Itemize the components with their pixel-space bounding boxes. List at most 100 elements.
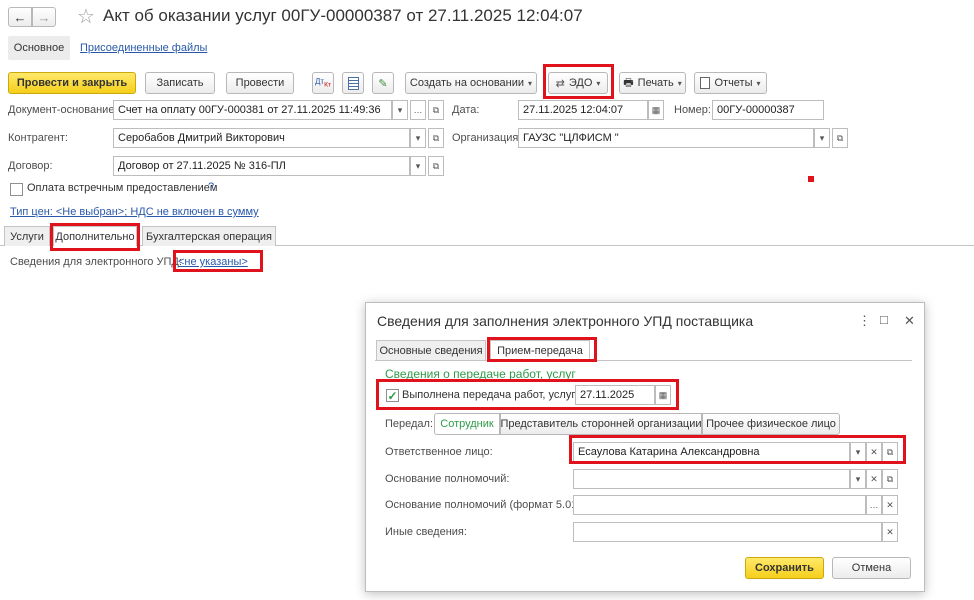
transferred-employee-option[interactable]: Сотрудник bbox=[434, 413, 500, 435]
forward-button[interactable]: → bbox=[32, 7, 56, 27]
base-doc-select-button[interactable]: … bbox=[410, 100, 426, 120]
responsible-open-button[interactable]: ⧉ bbox=[882, 442, 898, 462]
print-label: Печать bbox=[637, 77, 674, 89]
caret-down-icon: ▾ bbox=[528, 78, 533, 88]
caret-down-icon: ▾ bbox=[819, 132, 825, 143]
back-button[interactable]: ← bbox=[8, 7, 32, 27]
clear-icon: ✕ bbox=[870, 473, 878, 484]
dialog-close-icon[interactable]: ✕ bbox=[904, 313, 915, 329]
tab-services[interactable]: Услуги bbox=[4, 226, 50, 246]
responsible-field[interactable]: Есаулова Катарина Александровна bbox=[573, 442, 850, 462]
post-label: Провести bbox=[235, 77, 285, 89]
calendar-icon: ▦ bbox=[651, 104, 661, 115]
base-doc-dropdown-button[interactable]: ▾ bbox=[392, 100, 408, 120]
pencil-icon: ✎ bbox=[378, 77, 388, 90]
contractor-field[interactable]: Серобабов Дмитрий Викторович bbox=[113, 128, 410, 148]
open-icon: ⧉ bbox=[836, 132, 844, 143]
responsible-dropdown-button[interactable]: ▾ bbox=[850, 442, 866, 462]
dialog-cancel-button[interactable]: Отмена bbox=[832, 557, 911, 579]
edit-button[interactable]: ✎ bbox=[372, 72, 394, 94]
dialog-tabs-baseline bbox=[375, 360, 912, 361]
authority-501-select-button[interactable]: … bbox=[866, 495, 882, 515]
organization-field[interactable]: ГАУЗС "ЦЛФИСМ " bbox=[518, 128, 814, 148]
upd-info-label: Сведения для электронного УПД: bbox=[10, 256, 182, 268]
transfer-date-calendar-button[interactable]: ▦ bbox=[655, 385, 671, 405]
caret-down-icon: ▾ bbox=[677, 78, 682, 88]
dialog-save-label: Сохранить bbox=[755, 562, 814, 574]
dialog-section-title: Сведения о передаче работ, услуг bbox=[385, 367, 576, 381]
dialog-tab-main-info[interactable]: Основные сведения bbox=[376, 340, 486, 360]
other-info-label: Иные сведения: bbox=[385, 526, 467, 538]
base-doc-open-button[interactable]: ⧉ bbox=[428, 100, 444, 120]
authority-clear-button[interactable]: ✕ bbox=[866, 469, 882, 489]
print-button[interactable]: 🖶 Печать ▾ bbox=[619, 72, 686, 94]
tab-additional[interactable]: Дополнительно bbox=[53, 226, 137, 246]
organization-open-button[interactable]: ⧉ bbox=[832, 128, 848, 148]
dialog-tab-main-info-label: Основные сведения bbox=[379, 344, 483, 357]
transferred-third-party-option[interactable]: Представитель сторонней организации bbox=[500, 413, 702, 435]
edo-button[interactable]: ⇄ ЭДО ▾ bbox=[548, 72, 608, 94]
reports-button[interactable]: Отчеты ▾ bbox=[694, 72, 767, 94]
transfer-done-checkbox[interactable]: ✓ bbox=[386, 389, 399, 402]
arrow-right-icon: → bbox=[37, 9, 51, 25]
tab-main[interactable]: Основное bbox=[8, 36, 70, 60]
date-field[interactable]: 27.11.2025 12:04:07 bbox=[518, 100, 648, 120]
contractor-open-button[interactable]: ⧉ bbox=[428, 128, 444, 148]
authority-501-clear-button[interactable]: ✕ bbox=[882, 495, 898, 515]
post-and-close-button[interactable]: Провести и закрыть bbox=[8, 72, 136, 94]
authority-label: Основание полномочий: bbox=[385, 473, 510, 485]
dialog-maximize-icon[interactable]: □ bbox=[880, 312, 888, 327]
debit-credit-button[interactable]: ДтКт bbox=[312, 72, 334, 94]
contract-dropdown-button[interactable]: ▾ bbox=[410, 156, 426, 176]
clear-icon: ✕ bbox=[870, 446, 878, 457]
tab-attached-files[interactable]: Присоединенные файлы bbox=[80, 42, 207, 54]
create-based-label: Создать на основании bbox=[409, 77, 525, 89]
number-field[interactable]: 00ГУ-00000387 bbox=[712, 100, 824, 120]
contract-field[interactable]: Договор от 27.11.2025 № 316-ПЛ bbox=[113, 156, 410, 176]
edo-icon: ⇄ bbox=[555, 77, 565, 90]
help-icon[interactable]: ? bbox=[208, 181, 214, 193]
dialog-save-button[interactable]: Сохранить bbox=[745, 557, 824, 579]
checkmark-icon: ✓ bbox=[387, 388, 398, 403]
caret-down-icon: ▾ bbox=[415, 132, 421, 143]
organization-dropdown-button[interactable]: ▾ bbox=[814, 128, 830, 148]
authority-field[interactable] bbox=[573, 469, 850, 489]
transfer-date-field[interactable]: 27.11.2025 bbox=[575, 385, 655, 405]
caret-down-icon: ▾ bbox=[415, 160, 421, 171]
favorite-star-icon[interactable]: ☆ bbox=[77, 4, 95, 29]
dialog-menu-icon[interactable]: ⋮ bbox=[858, 313, 871, 329]
date-calendar-button[interactable]: ▦ bbox=[648, 100, 664, 120]
base-document-label: Документ-основание: bbox=[8, 104, 118, 116]
responsible-clear-button[interactable]: ✕ bbox=[866, 442, 882, 462]
caret-down-icon: ▾ bbox=[855, 473, 861, 484]
other-info-clear-button[interactable]: ✕ bbox=[882, 522, 898, 542]
dialog-tab-transfer[interactable]: Прием-передача bbox=[490, 340, 590, 360]
page-title: Акт об оказании услуг 00ГУ-00000387 от 2… bbox=[103, 6, 583, 25]
edo-label: ЭДО bbox=[568, 77, 593, 89]
base-document-field[interactable]: Счет на оплату 00ГУ-000381 от 27.11.2025… bbox=[113, 100, 392, 120]
contractor-dropdown-button[interactable]: ▾ bbox=[410, 128, 426, 148]
tab-accounting[interactable]: Бухгалтерская операция bbox=[142, 226, 276, 246]
counter-payment-checkbox[interactable] bbox=[10, 183, 23, 196]
printer-icon: 🖶 bbox=[623, 76, 634, 89]
caret-down-icon: ▾ bbox=[855, 446, 861, 457]
price-type-link[interactable]: Тип цен: <Не выбран>; НДС не включен в с… bbox=[10, 206, 259, 218]
transferred-other-person-option[interactable]: Прочее физическое лицо bbox=[702, 413, 840, 435]
clear-icon: ✕ bbox=[886, 499, 894, 510]
authority-dropdown-button[interactable]: ▾ bbox=[850, 469, 866, 489]
other-info-field[interactable] bbox=[573, 522, 882, 542]
post-button[interactable]: Провести bbox=[226, 72, 294, 94]
authority-open-button[interactable]: ⧉ bbox=[882, 469, 898, 489]
arrow-left-icon: ← bbox=[13, 9, 27, 25]
authority-501-field[interactable] bbox=[573, 495, 866, 515]
upd-info-link[interactable]: <не указаны> bbox=[178, 256, 248, 268]
date-label: Дата: bbox=[452, 104, 480, 116]
contract-open-button[interactable]: ⧉ bbox=[428, 156, 444, 176]
tab-services-label: Услуги bbox=[10, 230, 44, 243]
calendar-icon: ▦ bbox=[658, 389, 668, 400]
open-icon: ⧉ bbox=[432, 160, 440, 171]
save-button[interactable]: Записать bbox=[145, 72, 215, 94]
report-list-button[interactable] bbox=[342, 72, 364, 94]
create-based-button[interactable]: Создать на основании ▾ bbox=[405, 72, 537, 94]
contractor-label: Контрагент: bbox=[8, 132, 68, 144]
